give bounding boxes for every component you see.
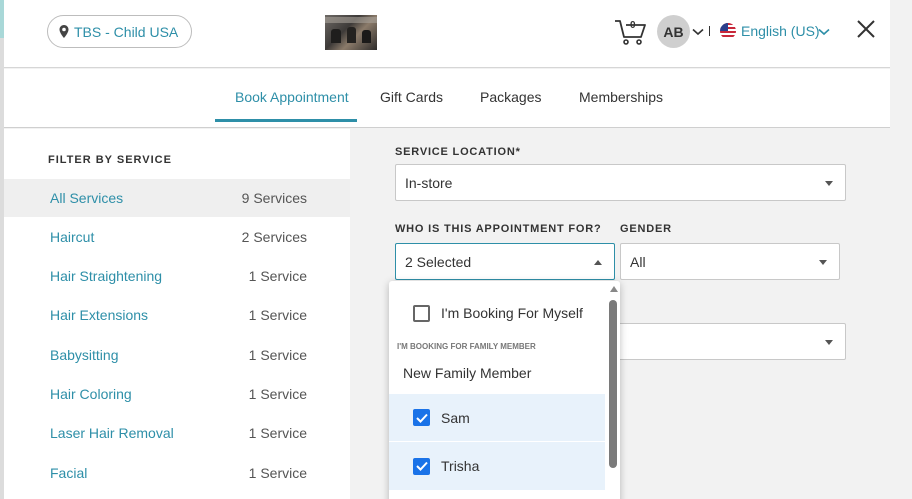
tab-gift-cards[interactable]: Gift Cards (380, 89, 443, 105)
header: TBS - Child USA 0 AB English (US) (4, 0, 890, 68)
sidebar-item-label: Hair Straightening (50, 268, 163, 284)
sidebar-item-hair-coloring[interactable]: Hair Coloring 1 Service (4, 375, 350, 413)
active-tab-indicator (215, 119, 357, 122)
sidebar-item-count: 1 Service (248, 386, 307, 402)
checkmark-icon (415, 461, 428, 471)
chevron-down-icon[interactable] (692, 28, 704, 36)
sidebar-item-label: Hair Coloring (50, 386, 132, 402)
location-label: TBS - Child USA (74, 23, 179, 40)
sidebar-item-label: Laser Hair Removal (50, 425, 174, 441)
sidebar-item-laser-hair-removal[interactable]: Laser Hair Removal 1 Service (4, 414, 350, 452)
tab-memberships[interactable]: Memberships (579, 89, 663, 105)
option-booking-for-myself[interactable]: I'm Booking For Myself (389, 303, 605, 323)
sidebar-item-babysitting[interactable]: Babysitting 1 Service (4, 336, 350, 374)
sidebar-item-hair-extensions[interactable]: Hair Extensions 1 Service (4, 296, 350, 334)
option-label: I'm Booking For Myself (441, 305, 583, 321)
tab-packages[interactable]: Packages (480, 89, 541, 105)
salon-logo[interactable] (325, 15, 377, 50)
language-selector[interactable]: English (US) (741, 23, 820, 39)
divider (709, 26, 710, 36)
avatar[interactable]: AB (657, 15, 690, 48)
checkbox-unchecked[interactable] (413, 304, 430, 322)
sidebar-item-hair-straightening[interactable]: Hair Straightening 1 Service (4, 257, 350, 295)
tab-book-appointment[interactable]: Book Appointment (235, 89, 349, 105)
sidebar-item-all-services[interactable]: All Services 9 Services (4, 179, 350, 217)
service-location-value: In-store (405, 174, 453, 191)
gender-select[interactable]: All (620, 243, 840, 280)
avatar-initials: AB (663, 23, 684, 40)
service-filter-sidebar: FILTER BY SERVICE All Services 9 Service… (4, 129, 350, 499)
family-member-group-label: I'M BOOKING FOR FAMILY MEMBER (397, 342, 536, 351)
tab-bar: Book Appointment Gift Cards Packages Mem… (4, 69, 890, 128)
appointment-for-value: 2 Selected (405, 253, 472, 270)
booking-modal: TBS - Child USA 0 AB English (US) Book A… (4, 0, 890, 499)
appointment-for-dropdown: I'm Booking For Myself I'M BOOKING FOR F… (389, 281, 620, 499)
cart-count-badge: 0 (630, 20, 636, 31)
gender-value: All (630, 253, 646, 270)
scroll-up-icon[interactable] (610, 286, 618, 292)
sidebar-item-label: All Services (50, 190, 124, 206)
caret-down-icon (825, 181, 833, 186)
caret-up-icon (594, 260, 602, 265)
option-label: New Family Member (403, 365, 532, 381)
option-family-member-trisha[interactable]: Trisha (389, 442, 605, 490)
sidebar-item-count: 1 Service (248, 465, 307, 481)
hidden-select[interactable] (615, 323, 846, 360)
dropdown-scrollbar[interactable] (607, 281, 620, 499)
option-label: Sam (441, 409, 470, 426)
checkmark-icon (415, 413, 428, 423)
option-new-family-member[interactable]: New Family Member (389, 363, 605, 383)
sidebar-item-count: 1 Service (248, 347, 307, 363)
sidebar-title: FILTER BY SERVICE (48, 154, 172, 166)
appointment-for-select[interactable]: 2 Selected (395, 243, 615, 280)
close-icon[interactable] (855, 18, 877, 40)
chevron-down-icon[interactable] (818, 28, 830, 36)
map-pin-icon (59, 25, 69, 38)
appointment-for-label: WHO IS THIS APPOINTMENT FOR? (395, 223, 602, 235)
caret-down-icon (819, 260, 827, 265)
sidebar-item-haircut[interactable]: Haircut 2 Services (4, 218, 350, 256)
gender-label: GENDER (620, 223, 672, 235)
us-flag-icon (720, 23, 736, 39)
service-location-label: SERVICE LOCATION* (395, 146, 521, 158)
sidebar-item-count: 1 Service (248, 425, 307, 441)
checkbox-checked[interactable] (413, 409, 430, 426)
service-location-select[interactable]: In-store (395, 164, 846, 201)
sidebar-item-label: Facial (50, 465, 88, 481)
sidebar-item-label: Babysitting (50, 347, 119, 363)
sidebar-item-facial[interactable]: Facial 1 Service (4, 454, 350, 492)
sidebar-item-count: 1 Service (248, 307, 307, 323)
sidebar-item-label: Haircut (50, 229, 95, 245)
option-label: Trisha (441, 458, 480, 474)
location-selector[interactable]: TBS - Child USA (47, 15, 193, 48)
sidebar-item-label: Hair Extensions (50, 307, 149, 323)
scrollbar-thumb[interactable] (609, 300, 617, 468)
sidebar-item-count: 2 Services (241, 229, 307, 245)
sidebar-item-count: 9 Services (241, 190, 307, 206)
option-family-member-sam[interactable]: Sam (389, 394, 605, 441)
checkbox-checked[interactable] (413, 457, 430, 475)
caret-down-icon (825, 340, 833, 345)
sidebar-item-count: 1 Service (248, 268, 307, 284)
